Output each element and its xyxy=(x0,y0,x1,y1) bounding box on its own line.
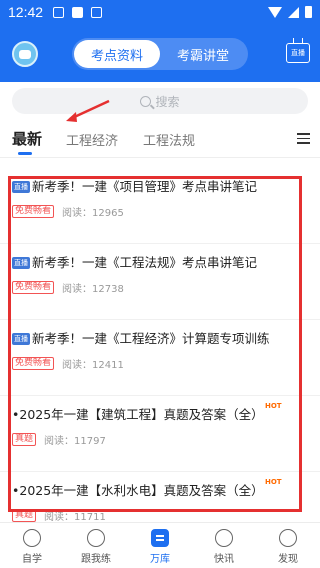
practice-check-icon xyxy=(87,529,105,547)
status-bar: 12:42 xyxy=(0,0,320,24)
notification-a-icon xyxy=(91,6,103,18)
nav-practice[interactable]: 跟我练 xyxy=(64,523,128,568)
battery-icon xyxy=(305,6,312,18)
tab-lecture-hall[interactable]: 考霸讲堂 xyxy=(160,40,246,68)
compass-icon xyxy=(279,529,297,547)
status-time: 12:42 xyxy=(8,4,44,20)
notification-icons xyxy=(53,6,103,18)
tab-exam-materials[interactable]: 考点资料 xyxy=(74,40,160,68)
status-right xyxy=(268,6,312,18)
notification-image-icon xyxy=(72,6,84,18)
nav-news[interactable]: 快讯 xyxy=(192,523,256,568)
wifi-icon xyxy=(268,6,282,18)
signal-icon xyxy=(288,6,299,18)
menu-icon[interactable] xyxy=(297,133,310,144)
lightning-icon xyxy=(215,529,233,547)
content-segment-control: 考点资料 考霸讲堂 xyxy=(72,38,248,70)
tab-engineering-economics[interactable]: 工程经济 xyxy=(66,130,118,149)
nav-library[interactable]: 万库 xyxy=(128,523,192,568)
annotation-highlight-box xyxy=(8,176,302,512)
avatar[interactable] xyxy=(12,41,38,67)
nav-label: 万库 xyxy=(150,554,170,565)
nav-self-study[interactable]: 自学 xyxy=(0,523,64,568)
nav-label: 跟我练 xyxy=(81,554,111,565)
live-tv-icon[interactable]: 直播 xyxy=(286,43,310,63)
nav-label: 发现 xyxy=(278,554,298,565)
self-study-icon xyxy=(23,529,41,547)
category-tabs: 最新 工程经济 工程法规 xyxy=(0,122,320,158)
app-header: 考点资料 考霸讲堂 直播 xyxy=(0,24,320,82)
nav-discover[interactable]: 发现 xyxy=(256,523,320,568)
tab-engineering-regulations[interactable]: 工程法规 xyxy=(143,130,195,149)
search-icon xyxy=(140,95,152,107)
active-tab-indicator xyxy=(18,152,32,155)
notification-app-icon xyxy=(53,6,65,18)
bottom-nav: 自学 跟我练 万库 快讯 发现 xyxy=(0,522,320,568)
annotation-arrow xyxy=(66,99,110,122)
nav-label: 自学 xyxy=(22,554,42,565)
search-placeholder: 搜索 xyxy=(155,94,180,109)
nav-label: 快讯 xyxy=(214,554,234,565)
library-icon xyxy=(151,529,169,547)
tab-latest[interactable]: 最新 xyxy=(12,128,42,149)
search-input[interactable]: 搜索 xyxy=(12,88,308,114)
